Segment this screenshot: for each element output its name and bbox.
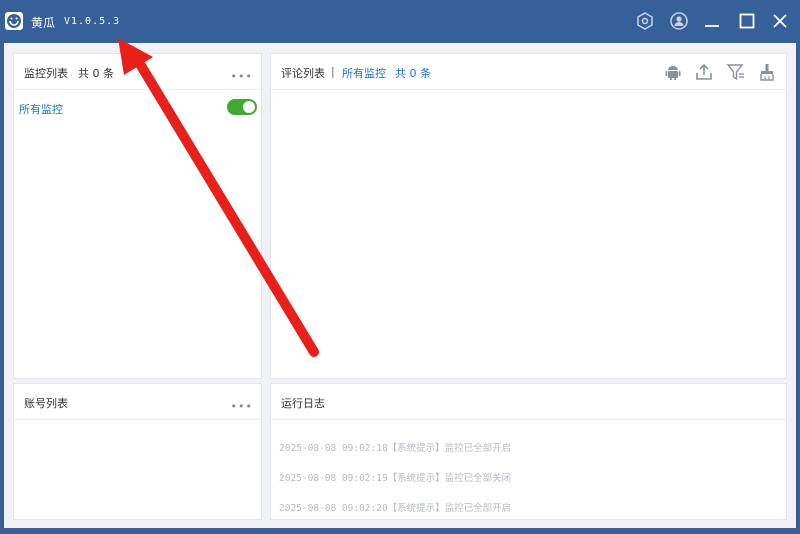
filter-icon[interactable]: [726, 62, 746, 82]
monitor-item-all[interactable]: 所有监控: [19, 101, 63, 117]
log-line: 2025-08-08 09:02:20【系统提示】监控已全部开启: [279, 503, 512, 514]
account-list-title: 账号列表: [24, 397, 68, 410]
monitor-all-toggle[interactable]: [227, 99, 257, 115]
monitor-list-header: 监控列表 共 0 条 •••: [14, 54, 261, 90]
minimize-icon[interactable]: [701, 10, 723, 32]
monitor-list-title: 监控列表: [24, 67, 68, 80]
account-list-more-button[interactable]: •••: [231, 400, 253, 413]
header-separator: |: [331, 65, 335, 78]
comment-list-header: 评论列表 | 所有监控 共 0 条: [271, 54, 786, 90]
comment-filter-link[interactable]: 所有监控: [342, 65, 386, 81]
log-lines: 2025-08-08 09:02:18【系统提示】监控已全部开启 2025-08…: [279, 424, 511, 534]
clear-brush-icon[interactable]: [757, 62, 777, 82]
close-icon[interactable]: [769, 10, 791, 32]
user-account-icon[interactable]: [668, 10, 690, 32]
comment-list-title: 评论列表: [281, 67, 325, 80]
run-log-panel: 运行日志 2025-08-08 09:02:18【系统提示】监控已全部开启 20…: [270, 383, 787, 520]
monitor-list-more-button[interactable]: •••: [231, 70, 253, 83]
comment-list-count: 共 0 条: [395, 67, 431, 80]
comment-list-panel: 评论列表 | 所有监控 共 0 条: [270, 53, 787, 379]
android-icon[interactable]: [663, 62, 683, 82]
run-log-header: 运行日志: [271, 384, 786, 420]
log-line: 2025-08-08 09:02:19【系统提示】监控已全部关闭: [279, 473, 512, 484]
upload-icon[interactable]: [694, 62, 714, 82]
app-title: 黄瓜: [31, 16, 56, 30]
toggle-knob: [243, 101, 255, 113]
app-logo-icon: [5, 12, 23, 30]
account-list-header: 账号列表 •••: [14, 384, 261, 420]
app-version: V1.0.5.3: [64, 16, 121, 27]
monitor-list-count: 共 0 条: [78, 67, 114, 80]
maximize-icon[interactable]: [736, 10, 758, 32]
main-content: 监控列表 共 0 条 ••• 所有监控 评论列表 | 所有监控 共 0 条 账号…: [4, 43, 796, 528]
title-bar: 黄瓜 V1.0.5.3: [0, 0, 800, 43]
monitor-list-panel: 监控列表 共 0 条 ••• 所有监控: [13, 53, 262, 379]
settings-icon[interactable]: [634, 10, 656, 32]
run-log-title: 运行日志: [281, 397, 325, 410]
log-line: 2025-08-08 09:02:18【系统提示】监控已全部开启: [279, 443, 512, 454]
account-list-panel: 账号列表 •••: [13, 383, 262, 520]
